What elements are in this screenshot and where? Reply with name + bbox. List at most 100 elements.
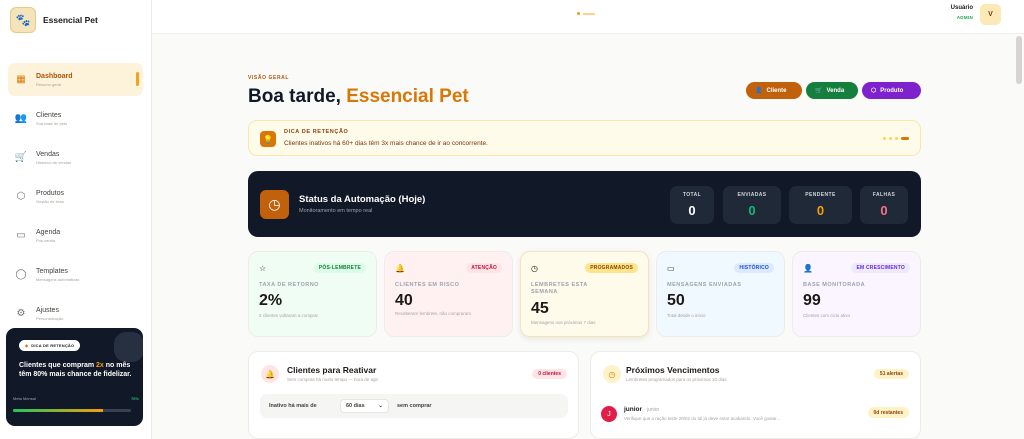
sidebar-item-label: Templates	[36, 267, 68, 275]
sidebar-item-label: Produtos	[36, 189, 65, 197]
message-circle-icon: ◯	[15, 269, 27, 280]
reactivate-clients-panel: 🔔 Clientes para Reativar Sem compras há …	[248, 351, 579, 439]
add-product-button[interactable]: ⬡ Produto	[862, 82, 921, 99]
metric-card-at-risk[interactable]: 🔔 ATENÇÃO CLIENTES EM RISCO 40 Receberam…	[384, 251, 513, 337]
sidebar-item-clientes[interactable]: 👥 Clientes Sua base de pets	[8, 102, 143, 135]
card-label: TAXA DE RETORNO	[259, 282, 319, 288]
carousel-dots[interactable]	[880, 137, 909, 140]
goal-progress-fill	[13, 409, 103, 412]
sidebar-item-sub: Resumo geral	[36, 81, 61, 87]
topbar: Usuário ADMIN V	[152, 0, 1024, 34]
sidebar-item-sub: Sua base de pets	[36, 120, 68, 126]
topbar-indicator	[577, 12, 595, 15]
sparkle-icon: ◆	[25, 343, 29, 348]
stat-pendente: PENDENTE 0	[789, 186, 852, 224]
stat-value: 0	[748, 203, 756, 218]
sidebar-item-sub: Personalização	[36, 315, 64, 321]
sidebar-item-produtos[interactable]: ⬡ Produtos Gestão de itens	[8, 180, 143, 213]
card-note: 2 clientes voltaram a comprar	[259, 313, 319, 318]
tip-badge: ◆ DICA DE RETENÇÃO	[19, 340, 81, 351]
card-label: CLIENTES EM RISCO	[395, 282, 460, 288]
avatar[interactable]: V	[980, 4, 1001, 25]
chevron-down-icon: ⌄	[378, 403, 383, 409]
greeting-text: Boa tarde,	[248, 86, 347, 107]
metric-card-base[interactable]: 👤 EM CRESCIMENTO BASE MONITORADA 99 Clie…	[792, 251, 921, 337]
sidebar-item-label: Agenda	[36, 228, 61, 236]
stat-label: PENDENTE	[805, 192, 836, 198]
inactivity-filter: Inativo há mais de 60 dias ⌄ sem comprar	[260, 394, 568, 418]
add-product-label: Produto	[880, 87, 904, 94]
panel-title: Clientes para Reativar	[287, 365, 377, 375]
stat-value: 0	[880, 203, 888, 218]
add-sale-label: Venda	[826, 87, 845, 94]
metric-card-messages[interactable]: ▭ HISTÓRICO MENSAGENS ENVIADAS 50 Total …	[656, 251, 785, 337]
sidebar-item-templates[interactable]: ◯ Templates Mensagens automáticas	[8, 258, 143, 291]
greeting-name: Essencial Pet	[346, 86, 469, 107]
decorative-blob	[114, 332, 143, 362]
automation-title: Status da Automação (Hoje)	[299, 194, 426, 205]
tip-badge-label: DICA DE RETENÇÃO	[31, 343, 75, 348]
user-role: ADMIN	[956, 15, 973, 20]
list-item-name[interactable]: junior · junior	[624, 406, 659, 413]
bell-icon: 🔔	[261, 365, 279, 383]
add-sale-button[interactable]: 🛒 Venda	[806, 82, 858, 99]
card-label: LEMBRETES ESTA SEMANA	[531, 282, 588, 295]
clock-icon: ◷	[603, 365, 621, 383]
select-value: 60 dias	[346, 403, 365, 409]
brand-name: Essencial Pet	[43, 15, 98, 25]
add-client-label: Cliente	[766, 87, 787, 94]
stat-enviadas: ENVIADAS 0	[723, 186, 781, 224]
card-value: 50	[667, 292, 685, 309]
page-eyebrow: VISÃO GERAL	[248, 75, 290, 81]
card-value: 99	[803, 292, 821, 309]
card-label: BASE MONITORADA	[803, 282, 866, 288]
sidebar-item-ajustes[interactable]: ⚙ Ajustes Personalização	[8, 297, 143, 330]
metric-card-scheduled[interactable]: ◷ PROGRAMADOS LEMBRETES ESTA SEMANA 45 M…	[520, 251, 649, 337]
stat-falhas: FALHAS 0	[860, 186, 908, 224]
retention-tip-banner: 💡 DICA DE RETENÇÃO Clientes inativos há …	[248, 120, 921, 156]
box-icon: ⬡	[871, 88, 877, 94]
lightbulb-icon: 💡	[260, 131, 276, 147]
pet-name: · junior	[643, 407, 660, 413]
card-badge: PÓS-LEMBRETE	[313, 263, 366, 273]
stat-value: 0	[816, 203, 825, 218]
user-plus-icon: 👤	[755, 88, 763, 94]
metric-card-return-rate[interactable]: ☆ PÓS-LEMBRETE TAXA DE RETORNO 2% 2 clie…	[248, 251, 377, 337]
goal-progress-bar	[13, 409, 131, 412]
alerts-badge: 51 alertas	[873, 369, 909, 379]
panel-title: Próximos Vencimentos	[626, 365, 720, 375]
add-client-button[interactable]: 👤 Cliente	[746, 82, 802, 99]
sidebar-item-label: Ajustes	[36, 306, 59, 314]
list-item-message: Verifique que a ração teste 20/02 do tal…	[624, 416, 781, 421]
card-label: MENSAGENS ENVIADAS	[667, 282, 742, 288]
brand[interactable]: 🐾 Essencial Pet	[10, 6, 98, 34]
sidebar-item-label: Clientes	[36, 111, 62, 119]
user-name: Usuário	[950, 5, 973, 11]
panel-subtitle: Sem compras há muito tempo — hora de agi…	[287, 377, 379, 382]
star-icon: ☆	[259, 264, 267, 273]
upcoming-due-panel: ◷ Próximos Vencimentos Lembretes program…	[590, 351, 921, 439]
inactivity-days-select[interactable]: 60 dias ⌄	[340, 399, 389, 413]
sidebar-item-sub: Gestão de itens	[36, 198, 65, 204]
stat-label: TOTAL	[682, 192, 702, 198]
tip-banner-title: DICA DE RETENÇÃO	[284, 129, 349, 135]
page-title: Boa tarde, Essencial Pet	[248, 86, 469, 108]
sidebar-item-dashboard[interactable]: ▦ Dashboard Resumo geral	[8, 63, 143, 96]
card-note: Mensagens nos próximos 7 dias	[531, 320, 596, 325]
scrollbar[interactable]	[1016, 36, 1022, 84]
tip-text-part: Clientes que compram	[19, 362, 97, 369]
sidebar-item-label: Vendas	[36, 150, 60, 158]
tip-banner-text: Clientes inativos há 60+ dias têm 3x mai…	[284, 140, 488, 147]
days-remaining-badge: 0d restantes	[867, 407, 909, 418]
card-note: Clientes com ciclo ativo	[803, 313, 851, 318]
sidebar-item-agenda[interactable]: ▭ Agenda Pós-venda	[8, 219, 143, 252]
filter-prefix: Inativo há mais de	[269, 403, 317, 409]
grid-icon: ▦	[16, 74, 26, 85]
box-icon: ⬡	[16, 191, 26, 202]
goal-label: Meta Mensal	[13, 396, 36, 401]
stat-label: FALHAS	[872, 192, 896, 198]
sidebar-item-vendas[interactable]: 🛒 Vendas Histórico de vendas	[8, 141, 143, 174]
card-value: 40	[395, 292, 413, 309]
automation-status-panel: ◷ Status da Automação (Hoje) Monitoramen…	[248, 171, 921, 237]
goal-value: 76%	[130, 396, 139, 401]
